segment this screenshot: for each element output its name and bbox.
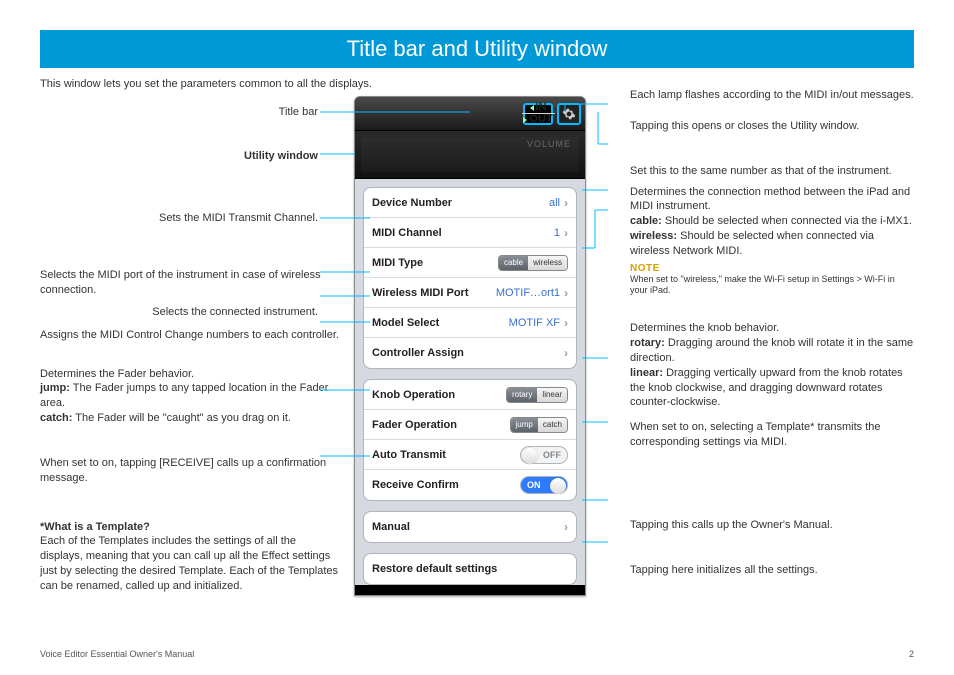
utility-toggle-button[interactable] <box>557 103 581 125</box>
utility-window-screenshot: IN OUT VOLUME Device Numberall›MIDI Chan… <box>354 96 586 596</box>
label-device-number: Set this to the same number as that of t… <box>630 164 914 179</box>
gear-icon <box>562 107 576 121</box>
row-value: MOTIF…ort1 <box>496 287 560 299</box>
label-manual: Tapping this calls up the Owner's Manual… <box>630 518 914 533</box>
settings-row[interactable]: Receive ConfirmON <box>364 470 576 500</box>
row-label: Auto Transmit <box>372 449 520 461</box>
page-title: Title bar and Utility window <box>40 30 914 68</box>
label-midi-type: Determines the connection method between… <box>630 185 914 259</box>
row-value: MOTIF XF <box>509 317 560 329</box>
settings-row[interactable]: MIDI Typecablewireless <box>364 248 576 278</box>
label-midi-channel: Sets the MIDI Transmit Channel. <box>40 212 340 224</box>
chevron-right-icon: › <box>564 520 568 534</box>
note-text: When set to "wireless," make the Wi-Fi s… <box>630 274 914 297</box>
chevron-right-icon: › <box>564 286 568 300</box>
settings-row[interactable]: Device Numberall › <box>364 188 576 218</box>
row-label: Controller Assign <box>372 347 560 359</box>
row-label: MIDI Channel <box>372 227 554 239</box>
settings-group: Device Numberall › MIDI Channel1 › MIDI Type… <box>363 187 577 369</box>
settings-row[interactable]: Auto TransmitOFF <box>364 440 576 470</box>
midi-lamp-indicator: IN OUT <box>523 103 553 125</box>
label-controller-assign: Assigns the MIDI Control Change numbers … <box>40 328 340 343</box>
row-label: Wireless MIDI Port <box>372 287 496 299</box>
settings-group: Knob OperationrotarylinearFader Operatio… <box>363 379 577 501</box>
toggle-switch[interactable]: OFF <box>520 446 568 464</box>
segmented-control[interactable]: cablewireless <box>498 255 568 271</box>
row-label: Manual <box>372 521 560 533</box>
segmented-control[interactable]: rotarylinear <box>506 387 568 403</box>
settings-row[interactable]: Fader Operationjumpcatch <box>364 410 576 440</box>
chevron-right-icon: › <box>564 346 568 360</box>
row-label: Receive Confirm <box>372 479 520 491</box>
label-model-select: Selects the connected instrument. <box>40 306 340 318</box>
chevron-right-icon: › <box>564 316 568 330</box>
row-label: Model Select <box>372 317 509 329</box>
chevron-right-icon: › <box>564 226 568 240</box>
row-label: Device Number <box>372 197 549 209</box>
label-knob-behavior: Determines the knob behavior. rotary: Dr… <box>630 321 914 410</box>
footer-page-number: 2 <box>909 649 914 659</box>
label-fader-behavior: Determines the Fader behavior. jump: The… <box>40 367 340 426</box>
footer-manual-name: Voice Editor Essential Owner's Manual <box>40 649 194 659</box>
settings-row[interactable]: Restore default settings <box>364 554 576 584</box>
row-label: Knob Operation <box>372 389 506 401</box>
row-value: 1 <box>554 227 560 239</box>
dim-background: VOLUME <box>355 131 585 179</box>
label-title-bar: Title bar <box>40 106 340 118</box>
label-receive-confirm: When set to on, tapping [RECEIVE] calls … <box>40 456 340 486</box>
settings-row[interactable]: MIDI Channel1 › <box>364 218 576 248</box>
settings-row[interactable]: Wireless MIDI PortMOTIF…ort1 › <box>364 278 576 308</box>
settings-row[interactable]: Model SelectMOTIF XF › <box>364 308 576 338</box>
settings-row[interactable]: Controller Assign › <box>364 338 576 368</box>
label-lamp: Each lamp flashes according to the MIDI … <box>630 88 914 103</box>
row-label: MIDI Type <box>372 257 498 269</box>
label-restore: Tapping here initializes all the setting… <box>630 563 914 578</box>
chevron-right-icon: › <box>564 196 568 210</box>
title-bar: IN OUT <box>355 97 585 131</box>
label-utility-window: Utility window <box>40 150 340 162</box>
label-wireless-port: Selects the MIDI port of the instrument … <box>40 268 340 298</box>
row-label: Restore default settings <box>372 563 568 575</box>
toggle-switch[interactable]: ON <box>520 476 568 494</box>
settings-row[interactable]: Knob Operationrotarylinear <box>364 380 576 410</box>
row-label: Fader Operation <box>372 419 510 431</box>
settings-row[interactable]: Manual › <box>364 512 576 542</box>
settings-group: Manual › <box>363 511 577 543</box>
label-auto-transmit: When set to on, selecting a Template* tr… <box>630 420 914 450</box>
template-explanation: *What is a Template? Each of the Templat… <box>40 520 340 594</box>
segmented-control[interactable]: jumpcatch <box>510 417 568 433</box>
row-value: all <box>549 197 560 209</box>
label-gear: Tapping this opens or closes the Utility… <box>630 119 914 134</box>
note-label: NOTE <box>630 263 914 274</box>
settings-group: Restore default settings <box>363 553 577 585</box>
volume-label: VOLUME <box>527 139 571 149</box>
